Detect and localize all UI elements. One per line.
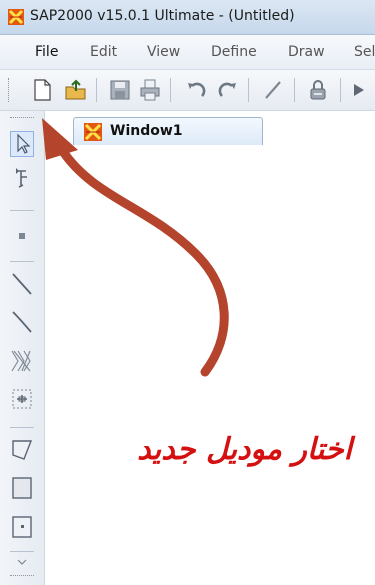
sap-app-icon: [8, 9, 24, 25]
joint-icon: [19, 233, 25, 239]
scroll-down-icon[interactable]: [16, 558, 28, 566]
menu-edit[interactable]: Edit: [90, 44, 117, 60]
toolbar-grip[interactable]: [8, 78, 12, 102]
draw-toolbar: [0, 111, 45, 585]
toolbar-separator: [170, 78, 171, 102]
reshaper-tool[interactable]: [10, 165, 34, 191]
toolbar-separator: [96, 78, 97, 102]
toolbar-separator: [10, 210, 34, 211]
menu-draw[interactable]: Draw: [288, 44, 325, 60]
run-icon[interactable]: [350, 78, 368, 102]
menu-view[interactable]: View: [147, 44, 180, 60]
annotation-caption: اختار موديل جديد: [137, 432, 352, 467]
pencil-icon[interactable]: [262, 78, 286, 102]
toolbar-separator: [10, 551, 34, 552]
rect-area-icon: [12, 477, 32, 499]
save-icon[interactable]: [108, 78, 132, 102]
menu-select[interactable]: Sel: [354, 44, 375, 60]
tendon-icon: [11, 350, 31, 372]
model-canvas[interactable]: [45, 145, 375, 585]
pointer-icon: [17, 133, 31, 154]
new-model-icon[interactable]: [30, 78, 54, 102]
toolbar-separator: [294, 78, 295, 102]
rect-area-tool[interactable]: [10, 475, 34, 501]
menu-file[interactable]: File: [35, 44, 58, 60]
undo-icon[interactable]: [184, 78, 208, 102]
tendon-tool[interactable]: [10, 348, 34, 374]
pointer-tool[interactable]: [10, 131, 34, 157]
sap-window-icon: [84, 123, 102, 141]
poly-area-tool[interactable]: [10, 437, 34, 463]
cable-icon: [12, 311, 32, 333]
cable-tool[interactable]: [10, 309, 34, 335]
lock-icon[interactable]: [306, 78, 330, 102]
tab-label: Window1: [110, 123, 183, 139]
toolbar-grip[interactable]: [10, 117, 34, 121]
menu-define[interactable]: Define: [211, 44, 257, 60]
toolbar-separator: [248, 78, 249, 102]
toolbar-separator: [10, 261, 34, 262]
frame-tool[interactable]: [10, 271, 34, 297]
redo-icon[interactable]: [216, 78, 240, 102]
poly-area-icon: [12, 440, 33, 460]
link-tool[interactable]: [10, 386, 34, 412]
document-tabs: Window1: [45, 111, 375, 145]
toolbar-grip[interactable]: [10, 575, 34, 579]
open-icon[interactable]: [64, 78, 88, 102]
print-icon[interactable]: [138, 78, 162, 102]
frame-icon: [12, 273, 32, 295]
reshaper-icon: [16, 168, 27, 188]
quick-area-icon: [12, 516, 32, 538]
main-toolbar: [0, 70, 375, 111]
toolbar-separator: [10, 427, 34, 428]
tab-window1[interactable]: Window1: [73, 117, 263, 145]
title-bar: SAP2000 v15.0.1 Ultimate - (Untitled): [0, 0, 375, 35]
menu-bar: File Edit View Define Draw Sel: [0, 35, 375, 70]
toolbar-separator: [340, 78, 341, 102]
link-icon: [12, 389, 32, 409]
quick-area-tool[interactable]: [10, 514, 34, 540]
joint-tool[interactable]: [10, 223, 34, 249]
window-title: SAP2000 v15.0.1 Ultimate - (Untitled): [30, 8, 295, 24]
